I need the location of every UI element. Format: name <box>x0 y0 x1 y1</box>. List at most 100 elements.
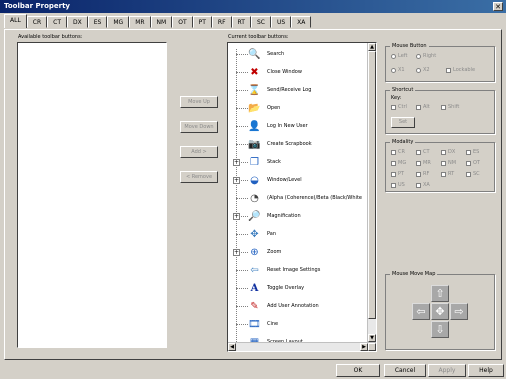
set-button[interactable]: Set <box>391 117 415 128</box>
list-item-zoom[interactable]: ⊕ Zoom <box>248 243 281 261</box>
tab-us[interactable]: US <box>270 16 292 28</box>
list-item-stack[interactable]: ❐ Stack <box>248 153 281 171</box>
expand-magnification-icon[interactable]: + <box>233 213 240 220</box>
scroll-thumb[interactable] <box>368 51 376 319</box>
scroll-corner <box>368 343 376 351</box>
x2-radio[interactable]: X2 <box>416 67 430 73</box>
tab-all[interactable]: ALL <box>4 14 27 28</box>
tree-branch <box>236 144 248 145</box>
x1-radio[interactable]: X1 <box>391 67 405 73</box>
available-label: Available toolbar buttons: <box>18 34 83 40</box>
list-item-label: Close Window <box>267 69 302 75</box>
list-item-magnification[interactable]: 🔎 Magnification <box>248 207 301 225</box>
tab-mg[interactable]: MG <box>107 16 130 28</box>
list-item-reset-image-settings[interactable]: ⇦ Reset Image Settings <box>248 261 320 279</box>
tab-rt[interactable]: RT <box>231 16 251 28</box>
shift-checkbox[interactable]: Shift <box>441 104 459 110</box>
tab-es[interactable]: ES <box>87 16 108 28</box>
modality-cr-checkbox[interactable]: CR <box>391 149 405 155</box>
modality-ot-checkbox[interactable]: OT <box>466 160 480 166</box>
move-up-button[interactable]: Move Up <box>180 96 218 108</box>
help-button[interactable]: Help <box>468 364 504 377</box>
cine-icon: 🎞 <box>248 318 261 330</box>
modality-nm-checkbox[interactable]: NM <box>441 160 456 166</box>
list-item-pan[interactable]: ✥ Pan <box>248 225 276 243</box>
modality-mr-checkbox[interactable]: MR <box>416 160 431 166</box>
zoom-icon: ⊕ <box>250 246 259 258</box>
vertical-scrollbar[interactable]: ▲ ▼ <box>367 43 376 342</box>
list-item-label: Toggle Overlay <box>267 285 305 291</box>
ctrl-checkbox[interactable]: Ctrl <box>391 104 407 110</box>
tab-pt[interactable]: PT <box>192 16 212 28</box>
list-item-send-receive-log[interactable]: ⌛ Send/Receive Log <box>248 81 311 99</box>
tree-branch <box>236 198 248 199</box>
list-item-add-user-annotation[interactable]: ✎ Add User Annotation <box>248 297 318 315</box>
expand-zoom-icon[interactable]: + <box>233 249 240 256</box>
current-list[interactable]: + + + + 🔍 Search ✖ Close Window ⌛ Send/Rece… <box>227 42 377 352</box>
tab-ot[interactable]: OT <box>172 16 193 28</box>
move-down-arrow-icon[interactable]: ⇩ <box>431 321 449 338</box>
tab-rf[interactable]: RF <box>211 16 232 28</box>
modality-title: Modality <box>390 139 416 145</box>
expand-window-level-icon[interactable]: + <box>233 177 240 184</box>
current-label: Current toolbar buttons: <box>228 34 289 40</box>
close-icon[interactable]: ✕ <box>493 2 503 11</box>
list-item-label: Create Scrapbook <box>267 141 312 147</box>
list-item-log-in-new-user[interactable]: 👤 Log In New User <box>248 117 308 135</box>
available-list[interactable] <box>17 42 167 348</box>
cancel-button[interactable]: Cancel <box>384 364 426 377</box>
modality-ct-checkbox[interactable]: CT <box>416 149 430 155</box>
modality-sc-checkbox[interactable]: SC <box>466 171 480 177</box>
tab-cr[interactable]: CR <box>26 16 48 28</box>
apply-button[interactable]: Apply <box>428 364 466 377</box>
list-item-cine[interactable]: 🎞 Cine <box>248 315 278 333</box>
list-item-label: Log In New User <box>267 123 308 129</box>
modality-pt-checkbox[interactable]: PT <box>391 171 404 177</box>
modality-us-checkbox[interactable]: US <box>391 182 405 188</box>
scroll-down-icon[interactable]: ▼ <box>368 334 376 342</box>
list-item-toggle-overlay[interactable]: A Toggle Overlay <box>248 279 305 297</box>
remove-button[interactable]: < Remove <box>180 171 218 183</box>
expand-stack-icon[interactable]: + <box>233 159 240 166</box>
scroll-left-icon[interactable]: ◀ <box>228 343 236 351</box>
move-left-arrow-icon[interactable]: ⇦ <box>412 303 430 320</box>
move-center-icon[interactable]: ✥ <box>431 303 449 320</box>
tab-mr[interactable]: MR <box>129 16 151 28</box>
mouse-button-group: Mouse Button Left Right X1 X2 Lockable <box>385 43 495 82</box>
lockable-checkbox[interactable]: Lockable <box>446 67 475 73</box>
tab-ct[interactable]: CT <box>47 16 68 28</box>
list-item-alpha-beta[interactable]: ◔ (Alpha (Coherence)/Beta (Black/White <box>248 189 362 207</box>
left-radio[interactable]: Left <box>391 53 407 59</box>
list-item-label: Magnification <box>267 213 301 219</box>
horizontal-scrollbar[interactable]: ◀ ▶ <box>228 342 376 351</box>
tab-dx[interactable]: DX <box>67 16 88 28</box>
list-item-close-window[interactable]: ✖ Close Window <box>248 63 302 81</box>
modality-es-checkbox[interactable]: ES <box>466 149 479 155</box>
move-right-arrow-icon[interactable]: ⇨ <box>450 303 468 320</box>
list-item-create-scrapbook[interactable]: 📷 Create Scrapbook <box>248 135 312 153</box>
modality-dx-checkbox[interactable]: DX <box>441 149 455 155</box>
move-down-button[interactable]: Move Down <box>180 121 218 133</box>
alt-checkbox[interactable]: Alt <box>416 104 430 110</box>
tab-xa[interactable]: XA <box>291 16 312 28</box>
scroll-up-icon[interactable]: ▲ <box>368 43 376 51</box>
modality-rt-checkbox[interactable]: RT <box>441 171 454 177</box>
tree-branch <box>236 324 248 325</box>
list-item-open[interactable]: 📂 Open <box>248 99 280 117</box>
tree-branch <box>236 72 248 73</box>
list-item-search[interactable]: 🔍 Search <box>248 45 284 63</box>
tree-branch <box>236 270 248 271</box>
add-button[interactable]: Add > <box>180 146 218 158</box>
scrapbook-icon: 📷 <box>248 138 261 150</box>
tab-sc[interactable]: SC <box>250 16 271 28</box>
list-item-window-level[interactable]: ◒ Window/Level <box>248 171 301 189</box>
modality-xa-checkbox[interactable]: XA <box>416 182 430 188</box>
modality-rf-checkbox[interactable]: RF <box>416 171 429 177</box>
modality-mg-checkbox[interactable]: MG <box>391 160 406 166</box>
right-radio[interactable]: Right <box>416 53 436 59</box>
ok-button[interactable]: OK <box>336 364 380 377</box>
scroll-right-icon[interactable]: ▶ <box>360 343 368 351</box>
tab-nm[interactable]: NM <box>150 16 173 28</box>
move-up-arrow-icon[interactable]: ⇧ <box>431 285 449 302</box>
tree-branch <box>236 90 248 91</box>
